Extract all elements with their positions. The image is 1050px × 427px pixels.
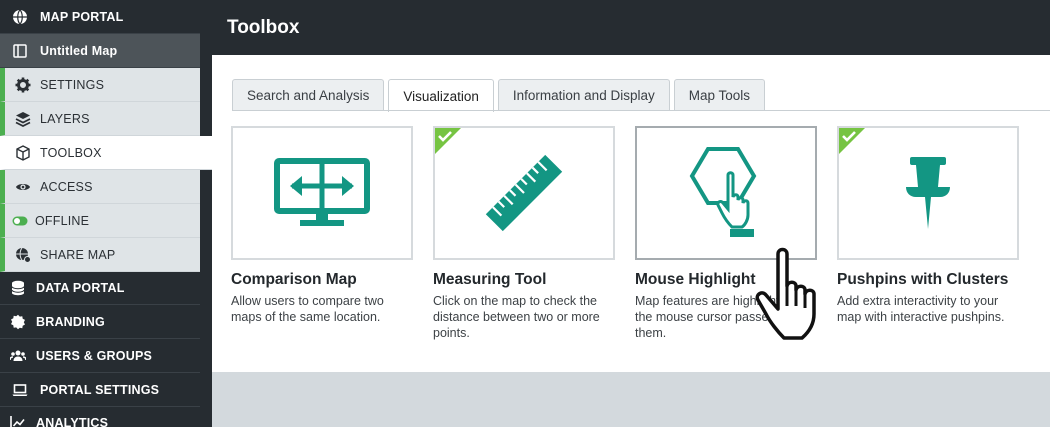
sidebar-item-users-groups[interactable]: USERS & GROUPS bbox=[0, 339, 200, 373]
sidebar-item-label: SETTINGS bbox=[40, 77, 105, 92]
cube-icon bbox=[5, 144, 40, 161]
tool-card-description: Allow users to compare two maps of the s… bbox=[231, 294, 384, 324]
sidebar-item-portal-settings[interactable]: PORTAL SETTINGS bbox=[0, 373, 200, 407]
sidebar-item-data-portal[interactable]: DATA PORTAL bbox=[0, 271, 200, 305]
share-globe-icon bbox=[5, 247, 40, 263]
tab-map-tools[interactable]: Map Tools bbox=[673, 79, 766, 111]
laptop-icon bbox=[0, 382, 40, 398]
gear-icon bbox=[5, 77, 40, 93]
sidebar-item-share-map[interactable]: SHARE MAP bbox=[0, 238, 200, 272]
tool-card-title: Measuring Tool bbox=[433, 271, 547, 288]
users-icon bbox=[0, 348, 36, 364]
tab-visualization[interactable]: Visualization bbox=[388, 79, 494, 112]
sidebar-item-label: BRANDING bbox=[36, 314, 105, 329]
sidebar-item-offline[interactable]: OFFLINE bbox=[0, 204, 200, 238]
tool-card-title: Comparison Map bbox=[231, 271, 357, 288]
footer-band bbox=[212, 372, 1050, 427]
tool-card-title: Pushpins with Clusters bbox=[837, 271, 1009, 288]
sidebar-item-untitled-map[interactable]: Untitled Map bbox=[0, 34, 200, 68]
pushpin-icon bbox=[906, 157, 950, 229]
toggle-icon[interactable] bbox=[5, 216, 35, 226]
tab-divider bbox=[232, 110, 1050, 111]
sidebar-item-settings[interactable]: SETTINGS bbox=[0, 68, 200, 102]
tool-card-pushpins-with-clusters[interactable]: Pushpins with Clusters Add extra interac… bbox=[837, 126, 1019, 325]
map-book-icon bbox=[0, 43, 40, 59]
monitor-compare-icon bbox=[274, 158, 370, 226]
sidebar-item-label: OFFLINE bbox=[35, 213, 90, 228]
chart-icon bbox=[0, 415, 36, 427]
ruler-icon bbox=[485, 154, 563, 232]
sidebar-item-toolbox[interactable]: TOOLBOX bbox=[0, 136, 212, 170]
sidebar-item-label: LAYERS bbox=[40, 111, 90, 126]
tab-bar: Search and Analysis Visualization Inform… bbox=[232, 79, 766, 112]
sidebar-item-branding[interactable]: BRANDING bbox=[0, 305, 200, 339]
sidebar-item-label: DATA PORTAL bbox=[36, 280, 125, 295]
sidebar-item-label: TOOLBOX bbox=[40, 145, 102, 160]
tool-card-thumbnail[interactable] bbox=[635, 126, 817, 260]
tool-card-description: Click on the map to check the distance b… bbox=[433, 294, 600, 340]
sidebar-item-label: ACCESS bbox=[40, 179, 93, 194]
enabled-check-icon bbox=[435, 128, 461, 154]
page-title: Toolbox bbox=[212, 0, 1050, 55]
database-icon bbox=[0, 280, 36, 296]
tool-card-thumbnail[interactable] bbox=[433, 126, 615, 260]
hexagon-pointer-icon bbox=[689, 147, 757, 237]
tool-card-description: Add extra interactivity to your map with… bbox=[837, 294, 1005, 324]
tool-card-thumbnail[interactable] bbox=[837, 126, 1019, 260]
badge-icon bbox=[0, 314, 36, 330]
sidebar-item-label: SHARE MAP bbox=[40, 247, 116, 262]
sidebar-item-map-portal[interactable]: MAP PORTAL bbox=[0, 0, 200, 34]
sidebar: MAP PORTAL Untitled Map SETTINGS LAYERS … bbox=[0, 0, 212, 427]
tab-information-and-display[interactable]: Information and Display bbox=[497, 79, 670, 111]
eye-icon bbox=[5, 179, 40, 195]
sidebar-item-access[interactable]: ACCESS bbox=[0, 170, 200, 204]
layers-icon bbox=[5, 111, 40, 127]
hand-pointer-cursor-icon bbox=[755, 247, 816, 340]
sidebar-item-layers[interactable]: LAYERS bbox=[0, 102, 200, 136]
sidebar-item-label: PORTAL SETTINGS bbox=[40, 382, 160, 397]
tab-search-and-analysis[interactable]: Search and Analysis bbox=[232, 79, 385, 111]
sidebar-item-label: USERS & GROUPS bbox=[36, 348, 153, 363]
enabled-check-icon bbox=[839, 128, 865, 154]
sidebar-item-label: Untitled Map bbox=[40, 43, 118, 58]
tool-card-measuring-tool[interactable]: Measuring Tool Click on the map to check… bbox=[433, 126, 615, 341]
tool-card-thumbnail[interactable] bbox=[231, 126, 413, 260]
globe-icon bbox=[0, 9, 40, 25]
sidebar-item-analytics[interactable]: ANALYTICS bbox=[0, 406, 200, 427]
tool-card-comparison-map[interactable]: Comparison Map Allow users to compare tw… bbox=[231, 126, 413, 325]
sidebar-item-label: MAP PORTAL bbox=[40, 9, 124, 24]
sidebar-item-label: ANALYTICS bbox=[36, 416, 109, 427]
